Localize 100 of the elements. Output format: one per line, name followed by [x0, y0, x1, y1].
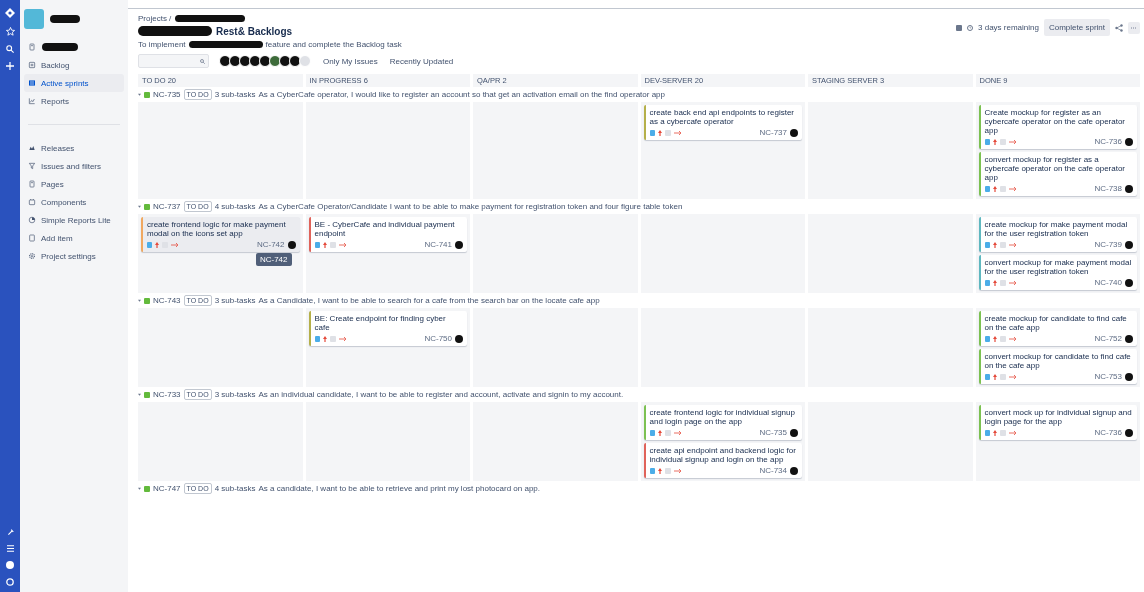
backlog-icon — [28, 61, 36, 69]
avatar[interactable] — [1125, 428, 1133, 437]
avatar[interactable] — [455, 334, 463, 343]
avatar[interactable] — [279, 55, 291, 67]
sidebar-item[interactable]: Project settings — [24, 247, 124, 265]
quick-filter[interactable]: Only My Issues — [323, 56, 378, 66]
avatar[interactable] — [790, 428, 798, 437]
sidebar-item[interactable]: Pages — [24, 175, 124, 193]
issue-key[interactable]: NC-753 — [1094, 372, 1122, 381]
estimate-badge — [999, 335, 1006, 342]
plus-icon[interactable] — [6, 62, 14, 70]
pin-icon[interactable] — [6, 529, 14, 536]
share-icon[interactable] — [1115, 23, 1123, 32]
avatar[interactable] — [249, 55, 261, 67]
issue-card[interactable]: BE: Create endpoint for finding cyber cafe NC-750 — [308, 311, 467, 346]
sidebar-item[interactable]: Reports — [24, 92, 124, 110]
estimate-badge — [999, 429, 1006, 436]
avatar[interactable] — [1125, 240, 1133, 249]
sidebar-label: Backlog — [41, 60, 70, 70]
avatar[interactable] — [790, 466, 798, 475]
arrow-icon — [673, 430, 682, 435]
avatar[interactable] — [455, 240, 463, 249]
settings-icon — [28, 252, 36, 260]
search-icon[interactable] — [6, 45, 14, 53]
sidebar-item[interactable]: Components — [24, 193, 124, 211]
card-summary: create mockup for make payment modal for the user registration token — [984, 220, 1129, 238]
issue-card[interactable]: create api endpoint and backend logic for individual signup and login on the app NC-734 — [643, 443, 802, 478]
issue-key[interactable]: NC-747 — [153, 484, 181, 493]
issue-card[interactable]: convert mockup for register as a cybercafe operator on the cafe operator app NC-738 — [978, 152, 1137, 196]
priority-icon — [992, 373, 997, 380]
issue-key[interactable]: NC-740 — [1094, 278, 1122, 287]
avatar[interactable] — [1125, 334, 1133, 343]
issue-card[interactable]: BE - CyberCafe and individual payment endpoint NC-741 — [308, 217, 467, 252]
issue-key[interactable]: NC-752 — [1094, 334, 1122, 343]
complete-sprint-button[interactable]: Complete sprint — [1043, 19, 1110, 36]
issue-card[interactable]: create back end api endpoints to register as a cybercafe operator NC-737 — [643, 105, 802, 140]
profile-icon[interactable] — [6, 578, 14, 586]
story-summary: As an individual candidate, I want to be able to register and account, activate and signin to my account. — [258, 390, 624, 399]
subtask-icon — [649, 429, 655, 436]
collapse-icon[interactable] — [138, 205, 141, 208]
issue-card[interactable]: convert mockup for candidate to find cafe on the cafe app NC-753 — [978, 349, 1137, 384]
grid-icon[interactable] — [6, 545, 14, 552]
avatar[interactable] — [259, 55, 271, 67]
issue-key[interactable]: NC-734 — [759, 466, 787, 475]
issue-key[interactable]: NC-736 — [1094, 137, 1122, 146]
avatar[interactable] — [1125, 184, 1133, 193]
collapse-icon[interactable] — [138, 393, 141, 396]
issue-card[interactable]: create frontend logic for individual signup and login page on the app NC-735 — [643, 405, 802, 440]
issue-card[interactable]: create mockup for candidate to find cafe on the cafe app NC-752 — [978, 311, 1137, 346]
subtask-icon — [984, 241, 990, 248]
issue-key[interactable]: NC-738 — [1094, 184, 1122, 193]
sidebar-item[interactable]: Backlog — [24, 56, 124, 74]
star-icon[interactable] — [5, 27, 15, 36]
avatar[interactable] — [229, 55, 241, 67]
issue-card[interactable]: convert mockup for make payment modal for the user registration token NC-740 — [978, 255, 1137, 290]
sidebar-item[interactable]: Issues and filters — [24, 157, 124, 175]
issue-card[interactable]: convert mock up for individual signup and login page for the app NC-736 — [978, 405, 1137, 440]
issue-key[interactable]: NC-736 — [1094, 428, 1122, 437]
avatar[interactable] — [289, 55, 301, 67]
sidebar-item[interactable]: Active sprints — [24, 74, 124, 92]
avatar[interactable] — [1125, 372, 1133, 381]
issue-key[interactable]: NC-743 — [153, 296, 181, 305]
issue-key[interactable]: NC-735 — [153, 90, 181, 99]
issue-key[interactable]: NC-750 — [424, 334, 452, 343]
arrow-icon — [338, 242, 347, 247]
sidebar-item[interactable]: Releases — [24, 139, 124, 157]
issue-key[interactable]: NC-741 — [424, 240, 452, 249]
collapse-icon[interactable] — [138, 487, 141, 490]
issue-key[interactable]: NC-739 — [1094, 240, 1122, 249]
issue-key[interactable]: NC-735 — [759, 428, 787, 437]
arrow-icon — [1008, 242, 1017, 247]
issue-key[interactable]: NC-737 — [759, 128, 787, 137]
sidebar-item[interactable]: Add item — [24, 229, 124, 247]
avatar[interactable] — [269, 55, 281, 67]
collapse-icon[interactable] — [138, 93, 141, 96]
avatar[interactable] — [790, 128, 798, 137]
issue-key[interactable]: NC-733 — [153, 390, 181, 399]
breadcrumb[interactable]: Projects / — [138, 13, 172, 23]
issue-card[interactable]: Create mockup for register as an cybercafe operator on the cafe operator app NC-736 — [978, 105, 1137, 149]
card-summary: create frontend logic for individual signup and login page on the app — [649, 408, 796, 426]
subtask-icon — [147, 241, 152, 248]
avatar[interactable] — [1125, 137, 1133, 146]
quick-filter[interactable]: Recently Updated — [389, 56, 454, 66]
story-summary: As a Candidate, I want to be able to search for a cafe from the search bar on the locate cafe app — [258, 296, 600, 305]
search-field[interactable] — [138, 54, 209, 68]
estimate-badge — [664, 467, 671, 474]
issue-key[interactable]: NC-737 — [153, 202, 181, 211]
issue-card[interactable]: create frontend logic for make payment modal on the icons set app NC-742 — [141, 217, 300, 252]
avatar[interactable] — [219, 55, 231, 67]
avatar[interactable] — [239, 55, 251, 67]
help-icon[interactable] — [6, 561, 14, 569]
issue-key[interactable]: NC-742 — [256, 240, 285, 249]
collapse-icon[interactable] — [138, 299, 141, 302]
chart-icon[interactable] — [956, 24, 963, 31]
avatar[interactable] — [287, 240, 296, 249]
avatar[interactable] — [1125, 278, 1133, 287]
sidebar-item[interactable]: Simple Reports Lite — [24, 211, 124, 229]
priority-icon — [992, 335, 997, 342]
logo-icon[interactable] — [5, 8, 15, 18]
issue-card[interactable]: create mockup for make payment modal for the user registration token NC-739 — [978, 217, 1137, 252]
